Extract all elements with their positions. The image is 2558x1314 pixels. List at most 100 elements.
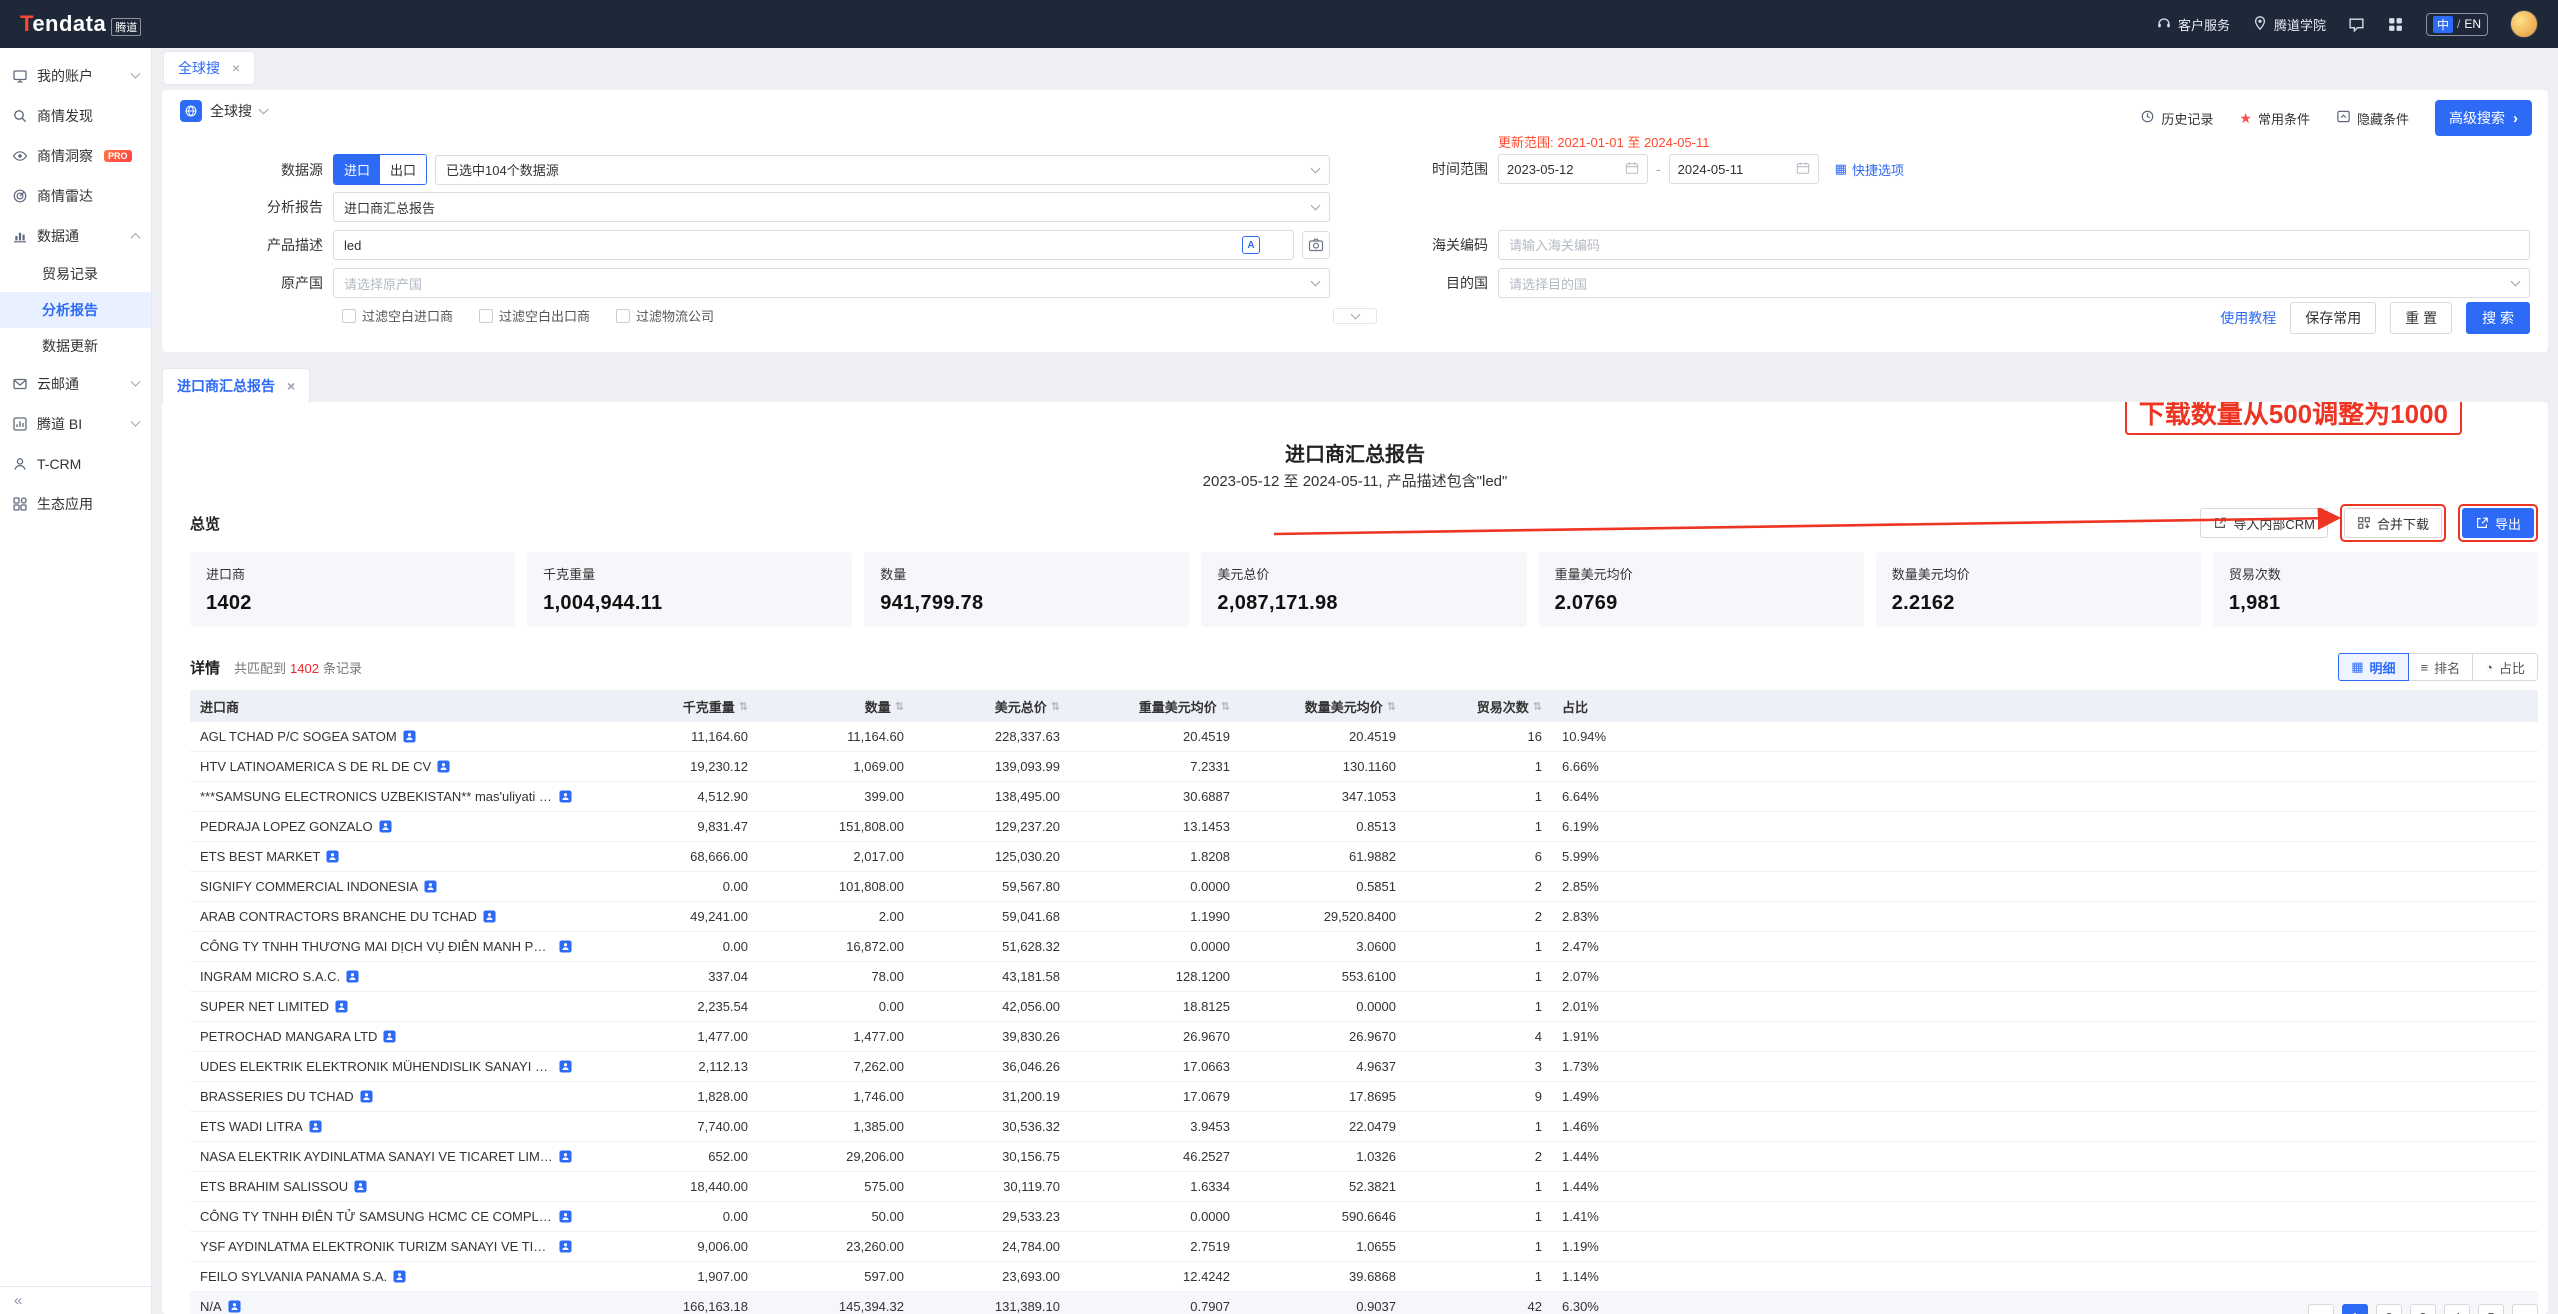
reset-button[interactable]: 重 置: [2390, 302, 2452, 334]
destination-country-select[interactable]: 请选择目的国: [1498, 268, 2530, 298]
merge-download-button[interactable]: 合并下载: [2344, 508, 2442, 538]
table-row[interactable]: ETS WADI LITRA7,740.001,385.0030,536.323…: [190, 1112, 2538, 1142]
origin-country-select[interactable]: 请选择原产国: [333, 268, 1330, 298]
add-to-crm-icon[interactable]: [559, 1060, 572, 1073]
column-header-5[interactable]: 数量美元均价⇅: [1240, 690, 1406, 722]
add-to-crm-icon[interactable]: [228, 1300, 241, 1313]
search-button[interactable]: 搜 索: [2466, 302, 2530, 334]
sidebar-item-3[interactable]: 商情雷达: [0, 176, 151, 216]
filter-checkbox-1[interactable]: 过滤空白出口商: [479, 306, 590, 325]
sort-icon[interactable]: ⇅: [895, 700, 904, 713]
save-favorite-button[interactable]: 保存常用: [2290, 302, 2376, 334]
add-to-crm-icon[interactable]: [354, 1180, 367, 1193]
prev-page-button[interactable]: ‹: [2308, 1304, 2334, 1314]
checkbox-icon[interactable]: [342, 309, 356, 323]
next-page-button[interactable]: ›: [2512, 1304, 2538, 1314]
add-to-crm-icon[interactable]: [383, 1030, 396, 1043]
sort-icon[interactable]: ⇅: [1221, 700, 1230, 713]
filter-checkbox-2[interactable]: 过滤物流公司: [616, 306, 714, 325]
table-row[interactable]: HTV LATINOAMERICA S DE RL DE CV19,230.12…: [190, 752, 2538, 782]
view-tab-rank-view[interactable]: ≡排名: [2408, 653, 2474, 681]
tutorial-link[interactable]: 使用教程: [2220, 308, 2276, 328]
checkbox-icon[interactable]: [616, 309, 630, 323]
sidebar-subitem-4-1[interactable]: 分析报告: [0, 292, 151, 328]
table-row[interactable]: CÔNG TY TNHH THƯƠNG MAI DỊCH VỤ ĐIÊN MAN…: [190, 932, 2538, 962]
page-button-1[interactable]: 1: [2342, 1304, 2368, 1314]
sort-icon[interactable]: ⇅: [1533, 700, 1542, 713]
page-button-2[interactable]: 2: [2376, 1304, 2402, 1314]
tab-importer-report[interactable]: 进口商汇总报告 ×: [162, 368, 310, 403]
add-to-crm-icon[interactable]: [483, 910, 496, 923]
table-row[interactable]: N/A166,163.18145,394.32131,389.100.79070…: [190, 1292, 2538, 1314]
close-icon[interactable]: ×: [232, 60, 240, 76]
image-search-icon[interactable]: [1302, 231, 1330, 259]
page-button-3[interactable]: 3: [2410, 1304, 2436, 1314]
table-row[interactable]: PETROCHAD MANGARA LTD1,477.001,477.0039,…: [190, 1022, 2538, 1052]
language-toggle[interactable]: 中 / EN: [2426, 13, 2488, 36]
table-row[interactable]: PEDRAJA LOPEZ GONZALO9,831.47151,808.001…: [190, 812, 2538, 842]
avatar[interactable]: [2510, 10, 2538, 38]
sidebar-item-5[interactable]: 云邮通: [0, 364, 151, 404]
history-button[interactable]: 历史记录: [2140, 109, 2213, 128]
sort-icon[interactable]: ⇅: [1051, 700, 1060, 713]
table-row[interactable]: ***SAMSUNG ELECTRONICS UZBEKISTAN** mas'…: [190, 782, 2538, 812]
table-row[interactable]: ETS BRAHIM SALISSOU18,440.00575.0030,119…: [190, 1172, 2538, 1202]
column-header-2[interactable]: 数量⇅: [758, 690, 914, 722]
view-tab-grid-view[interactable]: ▦明细: [2338, 653, 2408, 681]
add-to-crm-icon[interactable]: [403, 730, 416, 743]
table-row[interactable]: FEILO SYLVANIA PANAMA S.A.1,907.00597.00…: [190, 1262, 2538, 1292]
add-to-crm-icon[interactable]: [326, 850, 339, 863]
table-row[interactable]: ETS BEST MARKET68,666.002,017.00125,030.…: [190, 842, 2538, 872]
add-to-crm-icon[interactable]: [393, 1270, 406, 1283]
data-source-select[interactable]: 已选中104个数据源: [435, 155, 1330, 185]
date-to-input[interactable]: 2024-05-11: [1669, 154, 1819, 184]
table-row[interactable]: UDES ELEKTRIK ELEKTRONIK MÜHENDISLIK SAN…: [190, 1052, 2538, 1082]
sidebar-collapse-button[interactable]: «: [0, 1286, 151, 1314]
feedback-chat-icon[interactable]: [2348, 16, 2365, 33]
add-to-crm-icon[interactable]: [335, 1000, 348, 1013]
sidebar-item-4[interactable]: 数据通: [0, 216, 151, 256]
page-button-4[interactable]: 4: [2444, 1304, 2470, 1314]
favorites-button[interactable]: ★ 常用条件: [2239, 109, 2310, 128]
add-to-crm-icon[interactable]: [379, 820, 392, 833]
add-to-crm-icon[interactable]: [360, 1090, 373, 1103]
product-description-input[interactable]: [333, 230, 1294, 260]
apps-grid-icon[interactable]: [2387, 16, 2404, 33]
sidebar-subitem-4-0[interactable]: 贸易记录: [0, 256, 151, 292]
sidebar-item-6[interactable]: 腾道 BI: [0, 404, 151, 444]
translate-icon[interactable]: A: [1242, 236, 1260, 254]
import-toggle[interactable]: 进口: [334, 155, 380, 184]
search-scope-select[interactable]: 全球搜: [180, 100, 267, 122]
table-row[interactable]: BRASSERIES DU TCHAD1,828.001,746.0031,20…: [190, 1082, 2538, 1112]
quick-options-link[interactable]: ▦ 快捷选项: [1835, 160, 1904, 179]
add-to-crm-icon[interactable]: [346, 970, 359, 983]
customer-service-link[interactable]: 客户服务: [2156, 15, 2230, 34]
sort-icon[interactable]: ⇅: [739, 700, 748, 713]
column-header-3[interactable]: 美元总价⇅: [914, 690, 1070, 722]
sidebar-item-8[interactable]: 生态应用: [0, 484, 151, 524]
column-header-1[interactable]: 千克重量⇅: [582, 690, 758, 722]
add-to-crm-icon[interactable]: [559, 1150, 572, 1163]
add-to-crm-icon[interactable]: [424, 880, 437, 893]
table-row[interactable]: CÔNG TY TNHH ĐIÊN TỬ SAMSUNG HCMC CE COM…: [190, 1202, 2538, 1232]
add-to-crm-icon[interactable]: [309, 1120, 322, 1133]
logo[interactable]: Tendata 腾道: [20, 11, 141, 37]
tab-global-search[interactable]: 全球搜 ×: [164, 52, 254, 84]
export-button[interactable]: 导出: [2462, 508, 2534, 538]
add-to-crm-icon[interactable]: [559, 940, 572, 953]
filter-checkbox-0[interactable]: 过滤空白进口商: [342, 306, 453, 325]
sidebar-item-1[interactable]: 商情发现: [0, 96, 151, 136]
table-row[interactable]: SIGNIFY COMMERCIAL INDONESIA0.00101,808.…: [190, 872, 2538, 902]
column-header-4[interactable]: 重量美元均价⇅: [1070, 690, 1240, 722]
add-to-crm-icon[interactable]: [437, 760, 450, 773]
sidebar-item-2[interactable]: 商情洞察PRO: [0, 136, 151, 176]
sort-icon[interactable]: ⇅: [1387, 700, 1396, 713]
add-to-crm-icon[interactable]: [559, 1240, 572, 1253]
table-row[interactable]: NASA ELEKTRIK AYDINLATMA SANAYI VE TICAR…: [190, 1142, 2538, 1172]
sidebar-item-0[interactable]: 我的账户: [0, 56, 151, 96]
page-button-5[interactable]: 5: [2478, 1304, 2504, 1314]
export-toggle[interactable]: 出口: [380, 155, 426, 184]
view-tab-share-view[interactable]: ◔占比: [2472, 653, 2538, 681]
hs-code-input[interactable]: [1498, 230, 2530, 260]
table-row[interactable]: YSF AYDINLATMA ELEKTRONIK TURIZM SANAYI …: [190, 1232, 2538, 1262]
